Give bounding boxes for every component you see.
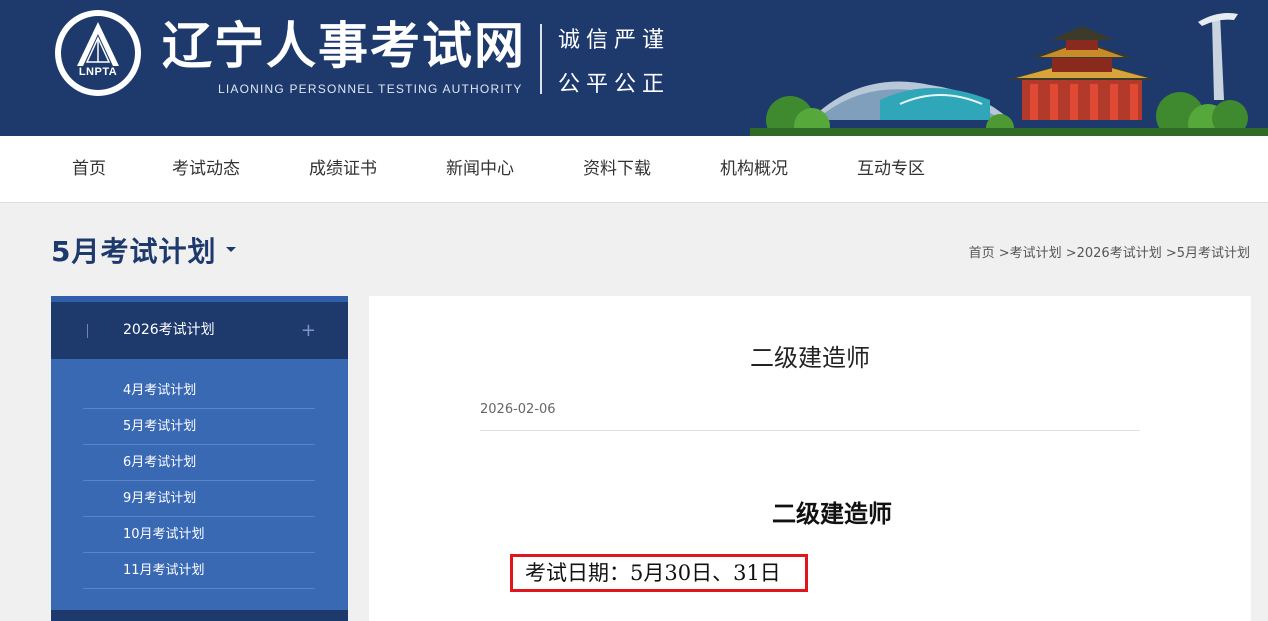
article-title: 二级建造师 xyxy=(750,344,870,372)
section-title-text: 5月考试计划 xyxy=(51,235,217,268)
article-divider xyxy=(480,430,1140,431)
nav-item-news-center[interactable]: 新闻中心 xyxy=(446,136,514,203)
logo-tower-icon xyxy=(77,22,119,66)
nav-item-downloads[interactable]: 资料下载 xyxy=(583,136,651,203)
breadcrumb-trail[interactable]: 首页 >考试计划 >2026考试计划 >5月考试计划 xyxy=(969,246,1250,261)
nav-item-scores-certificates[interactable]: 成绩证书 xyxy=(309,136,377,203)
sidebar-item-april[interactable]: 4月考试计划 xyxy=(83,373,315,409)
nav-item-home[interactable]: 首页 xyxy=(72,136,106,203)
main-nav: 首页 考试动态 成绩证书 新闻中心 资料下载 机构概况 互动专区 xyxy=(0,136,1268,203)
caret-down-icon xyxy=(226,246,237,252)
exam-date-highlight: 考试日期：5月30日、31日 xyxy=(510,554,808,592)
logo-emblem: LNPTA xyxy=(61,16,135,90)
header-divider xyxy=(540,24,542,94)
landmark-illustration xyxy=(750,13,1268,136)
motto-line-1: 诚信严谨 xyxy=(558,28,671,53)
site-header: LNPTA 辽宁人事考试网 LIAONING PERSONNEL TESTING… xyxy=(0,0,1268,136)
plus-icon[interactable]: + xyxy=(301,302,316,359)
exam-date-text: 考试日期：5月30日、31日 xyxy=(525,561,781,585)
nav-item-interaction[interactable]: 互动专区 xyxy=(857,136,925,203)
site-subtitle: LIAONING PERSONNEL TESTING AUTHORITY xyxy=(218,82,523,96)
article-body-heading: 二级建造师 xyxy=(772,499,892,528)
sidebar-item-september[interactable]: 9月考试计划 xyxy=(83,481,315,517)
nav-item-about[interactable]: 机构概况 xyxy=(720,136,788,203)
site-title: 辽宁人事考试网 xyxy=(162,17,526,75)
sidebar-item-may[interactable]: 5月考试计划 xyxy=(83,409,315,445)
sidebar-group-header[interactable]: 2026考试计划 + xyxy=(51,302,348,359)
breadcrumb: 首页 >考试计划 >2026考试计划 >5月考试计划 xyxy=(969,242,1250,261)
sidebar-group-label: 2026考试计划 xyxy=(123,322,215,338)
motto-line-2: 公平公正 xyxy=(558,72,671,97)
sidebar-bottom-bar xyxy=(51,610,348,621)
logo-abbreviation: LNPTA xyxy=(78,66,118,78)
sidebar: 2026考试计划 + 4月考试计划 5月考试计划 6月考试计划 9月考试计划 1… xyxy=(51,296,348,621)
site-logo[interactable]: LNPTA xyxy=(55,10,141,96)
nav-item-exam-news[interactable]: 考试动态 xyxy=(172,136,240,203)
sidebar-item-november[interactable]: 11月考试计划 xyxy=(83,553,315,589)
sidebar-group-marker xyxy=(87,324,88,338)
section-title[interactable]: 5月考试计划 xyxy=(51,230,237,270)
sidebar-item-june[interactable]: 6月考试计划 xyxy=(83,445,315,481)
sidebar-item-october[interactable]: 10月考试计划 xyxy=(83,517,315,553)
article-date: 2026-02-06 xyxy=(480,402,556,417)
article-panel: 二级建造师 2026-02-06 二级建造师 考试日期：5月30日、31日 xyxy=(369,296,1251,621)
